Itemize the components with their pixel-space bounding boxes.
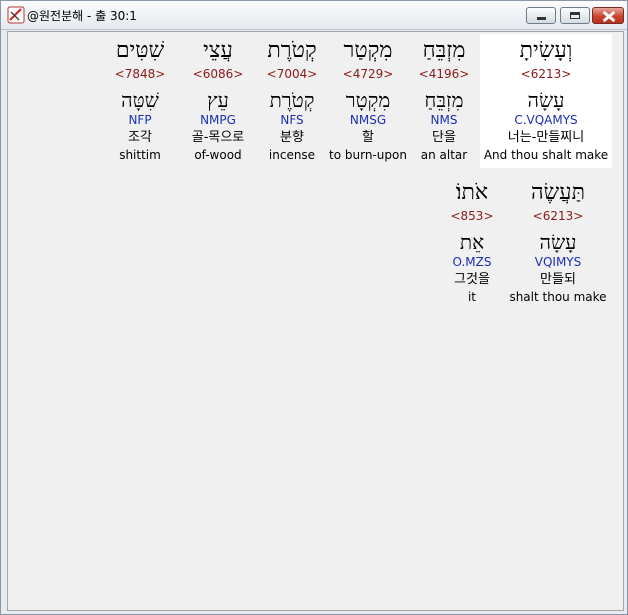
minimize-button[interactable] xyxy=(526,7,556,24)
hebrew-word: אֹתוֹ׃ xyxy=(455,180,489,205)
english-gloss: of-wood xyxy=(194,148,242,162)
lemma: עָשָׂה xyxy=(539,230,577,254)
word-block[interactable]: מִזְבֵּחַ <4196> מִזְבֵּחַ NMS 단을 an alt… xyxy=(408,38,480,163)
strong-number[interactable]: <7004> xyxy=(256,66,328,82)
korean-gloss: 골-목으로 xyxy=(191,130,245,145)
english-gloss: shalt thou make xyxy=(509,290,607,304)
strong-number[interactable]: <6213> xyxy=(480,66,612,82)
lemma: שִׁטָּה xyxy=(121,88,159,112)
word-block[interactable]: אֹתוֹ׃ <853> אֵת O.MZS 그것을 it xyxy=(440,180,504,305)
hebrew-word: תַּעֲשֶׂה xyxy=(530,180,586,205)
window-title: @원전분해 - 출 30:1 xyxy=(27,9,137,23)
english-gloss: incense xyxy=(268,148,316,162)
morphology-code: NMS xyxy=(430,113,458,127)
hebrew-word: קְטֹרֶת xyxy=(267,38,317,63)
word-block[interactable]: קְטֹרֶת <7004> קְטֹרֶת NFS 분향 incense xyxy=(256,38,328,163)
morphology-code: NFS xyxy=(280,113,304,127)
korean-gloss: 너는-만들찌니 xyxy=(507,130,585,145)
word-block[interactable]: עֲצֵי <6086> עֵץ NMPG 골-목으로 of-wood xyxy=(180,38,256,163)
lemma: מִזְבֵּחַ xyxy=(424,88,464,112)
app-icon[interactable] xyxy=(7,6,25,24)
lemma: מִקְטָר xyxy=(345,88,391,112)
strong-number[interactable]: <6086> xyxy=(180,66,256,82)
morphology-code: O.MZS xyxy=(452,255,492,269)
korean-gloss: 그것을 xyxy=(454,272,490,287)
hebrew-word: מִזְבֵּחַ xyxy=(422,38,466,63)
close-button[interactable] xyxy=(592,7,624,24)
korean-gloss: 할 xyxy=(362,130,374,145)
word-block[interactable]: מִקְטַר <4729> מִקְטָר NMSG 할 to burn-up… xyxy=(328,38,408,163)
hebrew-word: שִׁטִּים xyxy=(115,38,165,63)
morphology-code: VQIMYS xyxy=(534,255,582,269)
strong-number[interactable]: <6213> xyxy=(504,208,612,224)
morphology-code: C.VQAMYS xyxy=(514,113,578,127)
strong-number[interactable]: <7848> xyxy=(108,66,172,82)
korean-gloss: 단을 xyxy=(432,130,456,145)
lemma: קְטֹרֶת xyxy=(269,88,315,112)
strong-number[interactable]: <4196> xyxy=(408,66,480,82)
verse-analysis-panel[interactable]: וְעָשִׂיתָ <6213> עָשָׂה C.VQAMYS 너는-만들찌… xyxy=(7,31,624,611)
lemma: עֵץ xyxy=(207,88,229,112)
lemma: אֵת xyxy=(459,230,485,254)
english-gloss: an altar xyxy=(420,148,468,162)
app-window: @원전분해 - 출 30:1 וְעָשִׂיתָ <6213> עָשָׂה … xyxy=(0,0,628,615)
korean-gloss: 분향 xyxy=(280,130,304,145)
korean-gloss: 만들되 xyxy=(540,272,576,287)
word-block[interactable]: תַּעֲשֶׂה <6213> עָשָׂה VQIMYS 만들되 shalt… xyxy=(504,180,612,305)
morphology-code: NMPG xyxy=(200,113,236,127)
word-block[interactable]: וְעָשִׂיתָ <6213> עָשָׂה C.VQAMYS 너는-만들찌… xyxy=(480,34,612,168)
word-block[interactable]: שִׁטִּים <7848> שִׁטָּה NFP 조각 shittim xyxy=(108,38,172,163)
hebrew-word: עֲצֵי xyxy=(203,38,233,63)
strong-number[interactable]: <4729> xyxy=(328,66,408,82)
english-gloss: shittim xyxy=(119,148,161,162)
hebrew-word: מִקְטַר xyxy=(343,38,393,63)
korean-gloss: 조각 xyxy=(128,130,152,145)
maximize-button[interactable] xyxy=(560,7,590,24)
title-bar[interactable]: @원전분해 - 출 30:1 xyxy=(1,1,627,30)
english-gloss: it xyxy=(467,290,477,304)
lemma: עָשָׂה xyxy=(527,88,565,112)
english-gloss: to burn-upon xyxy=(329,148,407,162)
english-gloss: And thou shalt make xyxy=(483,148,609,162)
morphology-code: NFP xyxy=(128,113,152,127)
strong-number[interactable]: <853> xyxy=(440,208,504,224)
morphology-code: NMSG xyxy=(349,113,387,127)
hebrew-word: וְעָשִׂיתָ xyxy=(519,38,573,63)
